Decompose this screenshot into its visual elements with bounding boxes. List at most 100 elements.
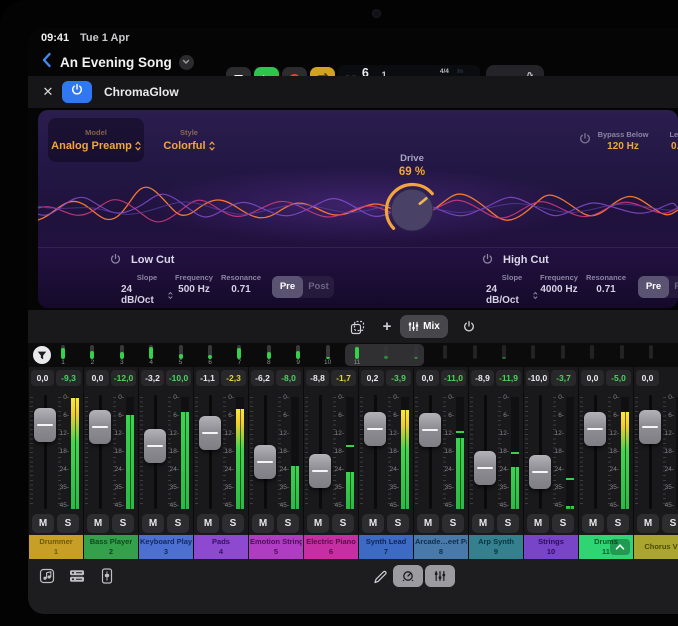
volume-value-chip[interactable]: 0,0 <box>86 370 109 386</box>
track-name-label[interactable]: Pads 4 <box>194 535 248 559</box>
mute-button[interactable]: M <box>87 514 109 533</box>
solo-button[interactable]: S <box>387 514 409 533</box>
mute-button[interactable]: M <box>417 514 439 533</box>
close-plugin-button[interactable]: ✕ <box>40 84 56 100</box>
peak-level-chip[interactable]: -11,9 <box>496 370 521 386</box>
overview-meter-bar[interactable] <box>502 345 506 359</box>
solo-button[interactable]: S <box>442 514 464 533</box>
solo-button[interactable]: S <box>497 514 519 533</box>
overview-meter-bar[interactable] <box>326 345 330 359</box>
pre-segment[interactable]: Pre <box>272 276 303 298</box>
peak-level-chip[interactable]: -12,0 <box>111 370 136 386</box>
song-title-menu[interactable]: An Evening Song <box>60 52 194 72</box>
low-cut-frequency[interactable]: Frequency 500 Hz <box>170 273 218 295</box>
overview-meter-bar[interactable] <box>61 345 65 359</box>
smart-controls-button[interactable] <box>393 565 423 587</box>
overview-meter-bar[interactable] <box>590 345 594 359</box>
overview-meter-bar[interactable] <box>208 345 212 359</box>
track-name-label[interactable]: Bass Player 2 <box>84 535 138 559</box>
low-cut-resonance[interactable]: Resonance 0.71 <box>217 273 265 295</box>
pencil-icon[interactable] <box>371 567 389 585</box>
mute-button[interactable]: M <box>582 514 604 533</box>
track-name-label[interactable]: Arp Synth 9 <box>469 535 523 559</box>
solo-button[interactable]: S <box>332 514 354 533</box>
fader-view-icon[interactable] <box>98 567 116 585</box>
peak-level-chip[interactable]: -2,3 <box>221 370 246 386</box>
track-name-label[interactable]: Emotion Strings 5 <box>249 535 303 559</box>
track-name-label[interactable]: Electric Piano 6 <box>304 535 358 559</box>
mute-button[interactable]: M <box>472 514 494 533</box>
mute-button[interactable]: M <box>527 514 549 533</box>
high-cut-power-icon[interactable] <box>481 253 494 271</box>
back-button[interactable] <box>36 52 56 72</box>
overview-meter-bar[interactable] <box>531 345 535 359</box>
level-control[interactable]: Leve 0.0 <box>658 130 678 152</box>
volume-value-chip[interactable]: -1,1 <box>196 370 219 386</box>
overview-meter-bar[interactable] <box>149 345 153 359</box>
filter-button[interactable] <box>33 346 51 364</box>
overview-meter-bar[interactable] <box>561 345 565 359</box>
volume-value-chip[interactable]: 0,2 <box>361 370 384 386</box>
track-name-label[interactable]: Synth Lead 7 <box>359 535 413 559</box>
solo-button[interactable]: S <box>112 514 134 533</box>
style-selector[interactable]: Style Colorful <box>156 118 222 162</box>
low-cut-power-icon[interactable] <box>109 253 122 271</box>
overview-meter-bar[interactable] <box>267 345 271 359</box>
loop-browser-icon[interactable] <box>38 567 56 585</box>
drive-knob[interactable] <box>382 180 442 240</box>
solo-button[interactable]: S <box>222 514 244 533</box>
overview-meter-bar[interactable] <box>473 345 477 359</box>
mute-button[interactable]: M <box>307 514 329 533</box>
volume-value-chip[interactable]: 0,0 <box>31 370 54 386</box>
volume-value-chip[interactable]: 0,0 <box>416 370 439 386</box>
low-cut-slope[interactable]: Slope 24 dB/Oct <box>121 273 173 306</box>
volume-value-chip[interactable]: -8,9 <box>471 370 494 386</box>
bypass-power-icon[interactable] <box>578 132 592 151</box>
solo-button[interactable]: S <box>662 514 678 533</box>
volume-value-chip[interactable]: 0,0 <box>581 370 604 386</box>
solo-button[interactable]: S <box>552 514 574 533</box>
add-track-icon[interactable]: + <box>378 318 396 336</box>
mute-button[interactable]: M <box>197 514 219 533</box>
plugin-power-toggle[interactable] <box>62 81 92 103</box>
volume-value-chip[interactable]: -3,2 <box>141 370 164 386</box>
peak-level-chip[interactable]: -11,0 <box>441 370 466 386</box>
browser-icon[interactable] <box>68 567 86 585</box>
overview-meter-bar[interactable] <box>120 345 124 359</box>
peak-level-chip[interactable]: -10,0 <box>166 370 191 386</box>
track-name-label[interactable]: Chorus V <box>634 535 678 559</box>
overview-meter-bar[interactable] <box>620 345 624 359</box>
track-name-label[interactable]: Strings 10 <box>524 535 578 559</box>
peak-level-chip[interactable]: -1,7 <box>331 370 356 386</box>
solo-button[interactable]: S <box>277 514 299 533</box>
track-name-label[interactable]: Drummer 1 <box>29 535 83 559</box>
mute-button[interactable]: M <box>252 514 274 533</box>
volume-value-chip[interactable]: -6,2 <box>251 370 274 386</box>
overview-meter-bar[interactable] <box>296 345 300 359</box>
mute-button[interactable]: M <box>637 514 659 533</box>
mixer-view-button[interactable] <box>425 565 455 587</box>
peak-level-chip[interactable]: -9,3 <box>56 370 81 386</box>
duplicate-icon[interactable] <box>348 318 366 336</box>
overview-meter-bar[interactable] <box>237 345 241 359</box>
mixer-power-icon[interactable] <box>460 318 478 336</box>
model-selector[interactable]: Model Analog Preamp <box>48 118 144 162</box>
track-name-label[interactable]: Keyboard Player 3 <box>139 535 193 559</box>
high-cut-frequency[interactable]: Frequency 4000 Hz <box>535 273 583 295</box>
volume-value-chip[interactable]: -10,0 <box>526 370 549 386</box>
pre-segment[interactable]: Pre <box>638 276 669 298</box>
overview-meter-bar[interactable] <box>443 345 447 359</box>
post-segment[interactable]: Post <box>669 276 678 298</box>
mute-button[interactable]: M <box>362 514 384 533</box>
overview-meter-bar[interactable] <box>355 345 359 359</box>
peak-level-chip[interactable]: -5,0 <box>606 370 631 386</box>
overview-meter-bar[interactable] <box>384 345 388 359</box>
mute-button[interactable]: M <box>32 514 54 533</box>
overview-meter-bar[interactable] <box>414 345 418 359</box>
solo-button[interactable]: S <box>167 514 189 533</box>
mute-button[interactable]: M <box>142 514 164 533</box>
solo-button[interactable]: S <box>57 514 79 533</box>
mix-view-button[interactable]: Mix <box>400 315 448 338</box>
overview-meter-bar[interactable] <box>179 345 183 359</box>
solo-button[interactable]: S <box>607 514 629 533</box>
